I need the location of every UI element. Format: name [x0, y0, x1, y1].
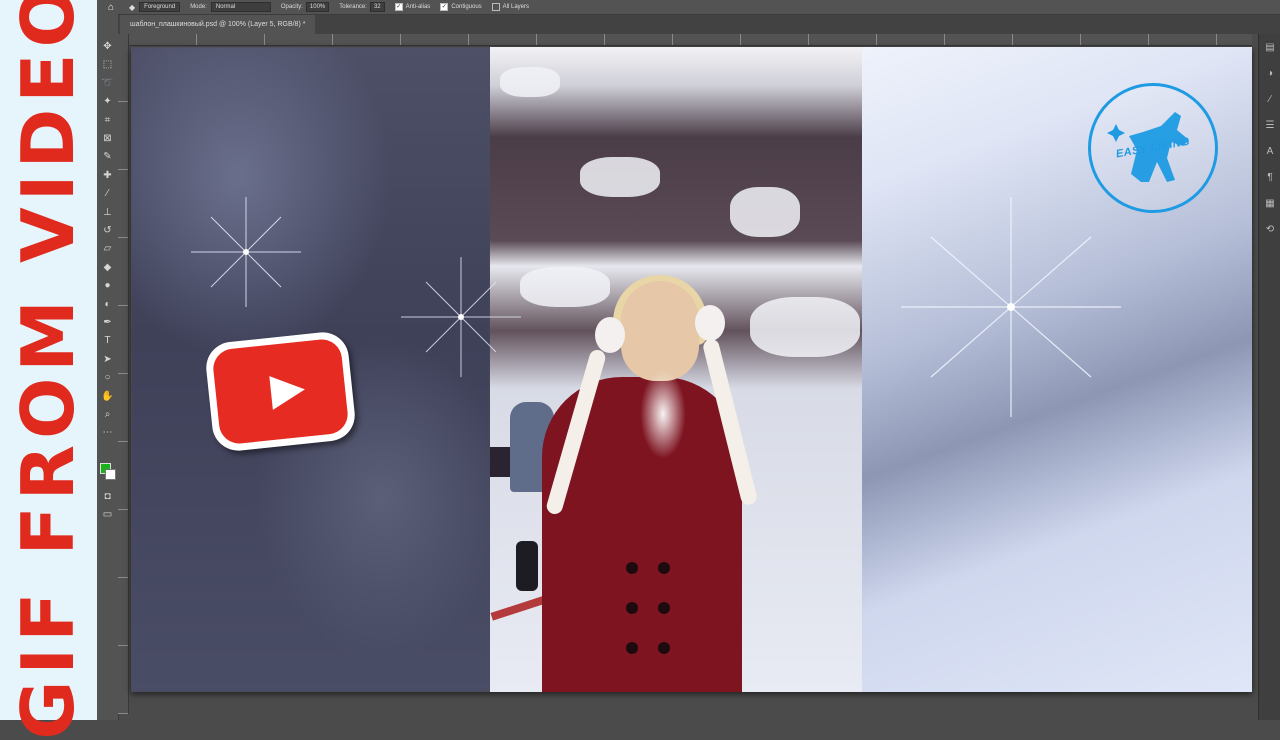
- opacity-label: Opacity:: [280, 4, 303, 10]
- youtube-logo: [203, 329, 358, 454]
- anti-alias-check-icon: ✓: [394, 3, 403, 11]
- magic-wand-tool-icon[interactable]: ✦: [101, 95, 114, 108]
- character-panel-icon[interactable]: A: [1264, 146, 1276, 158]
- earmuff-right: [695, 305, 725, 341]
- anti-alias-checkbox[interactable]: ✓ Anti-alias: [394, 3, 431, 11]
- all-layers-label: All Layers: [502, 4, 530, 10]
- coat-button: [658, 642, 670, 654]
- healing-brush-tool-icon[interactable]: ✚: [101, 169, 114, 182]
- paragraph-panel-icon[interactable]: ¶: [1264, 172, 1276, 184]
- coat-button: [626, 562, 638, 574]
- contiguous-check-icon: ✓: [440, 3, 449, 11]
- tools-panel: ✥ ⬚ ➰ ✦ ⌗ ⊠ ✎ ✚ ∕ ⊥ ↺ ▱ ◆ ● ◐ ✒ T ➤ ○ ✋ ⌕ ⋯ ◘ ▭: [97, 14, 119, 720]
- zoom-tool-icon[interactable]: ⌕: [101, 408, 114, 421]
- tool-preset-picker[interactable]: ◆ Foreground: [129, 2, 181, 12]
- path-selection-tool-icon[interactable]: ➤: [101, 353, 114, 366]
- girl-face: [621, 281, 699, 381]
- adjustments-panel-icon[interactable]: ◑: [1264, 68, 1276, 80]
- move-tool-icon[interactable]: ✥: [101, 40, 114, 53]
- vertical-ruler[interactable]: [118, 34, 129, 714]
- snow-patch: [730, 187, 800, 237]
- earmuff-left: [595, 317, 625, 353]
- lasso-tool-icon[interactable]: ➰: [101, 77, 114, 90]
- eraser-tool-icon[interactable]: ▱: [101, 242, 114, 255]
- coat-button: [626, 602, 638, 614]
- all-layers-checkbox[interactable]: All Layers: [491, 3, 530, 11]
- paint-bucket-icon: ◆: [129, 2, 136, 12]
- contiguous-label: Contiguous: [451, 4, 482, 10]
- sparkle-icon: [191, 197, 301, 307]
- dodge-tool-icon[interactable]: ◐: [101, 298, 114, 311]
- clone-stamp-tool-icon[interactable]: ⊥: [101, 206, 114, 219]
- snow-patch: [580, 157, 660, 197]
- crop-tool-icon[interactable]: ⌗: [101, 114, 114, 127]
- type-tool-icon[interactable]: T: [101, 334, 114, 347]
- hand-tool-icon[interactable]: ✋: [101, 390, 114, 403]
- history-brush-tool-icon[interactable]: ↺: [101, 224, 114, 237]
- center-photo: [490, 47, 862, 692]
- brush-tool-icon[interactable]: ∕: [101, 187, 114, 200]
- sparkle-icon: [401, 257, 521, 377]
- document-tab[interactable]: шаблон_плашкиновый.psd @ 100% (Layer 5, …: [120, 15, 316, 34]
- home-icon[interactable]: ⌂: [103, 0, 119, 14]
- horizontal-ruler[interactable]: [128, 34, 1252, 46]
- contiguous-checkbox[interactable]: ✓ Contiguous: [440, 3, 482, 11]
- anti-alias-label: Anti-alias: [405, 4, 431, 10]
- coat-button: [658, 562, 670, 574]
- document-tab-bar: шаблон_плашкиновый.psd @ 100% (Layer 5, …: [118, 15, 1280, 34]
- pen-tool-icon[interactable]: ✒: [101, 316, 114, 329]
- layers-panel-icon[interactable]: ▤: [1264, 42, 1276, 54]
- options-bar: ⌂ ◆ Foreground Mode: Normal Opacity: 100…: [97, 0, 1280, 15]
- easy-living-logo: EASY LIVING: [1088, 83, 1218, 213]
- quick-mask-icon[interactable]: ◘: [101, 490, 114, 503]
- sparkle-icon: [901, 197, 1121, 417]
- blur-tool-icon[interactable]: ●: [101, 279, 114, 292]
- right-panel-strip: ▤ ◑ ∕ ☰ A ¶ ▦ ⟲: [1258, 34, 1280, 720]
- blown-snow: [640, 369, 686, 459]
- mode-label: Mode:: [190, 4, 207, 10]
- coat-button: [626, 642, 638, 654]
- play-icon: [268, 372, 307, 410]
- brush-panel-icon[interactable]: ∕: [1264, 94, 1276, 106]
- snow-patch: [750, 297, 860, 357]
- ellipse-tool-icon[interactable]: ○: [101, 371, 114, 384]
- properties-panel-icon[interactable]: ☰: [1264, 120, 1276, 132]
- frame-tool-icon[interactable]: ⊠: [101, 132, 114, 145]
- mode-dropdown[interactable]: Normal: [210, 2, 271, 12]
- document-canvas[interactable]: EASY LIVING: [131, 47, 1252, 692]
- tolerance-input[interactable]: 32: [369, 2, 385, 12]
- side-title-text: GIF FROM VIDEO: [6, 0, 90, 740]
- more-tools-icon[interactable]: ⋯: [101, 426, 114, 439]
- sample-dropdown[interactable]: Foreground: [139, 2, 181, 12]
- swatches-panel-icon[interactable]: ▦: [1264, 198, 1276, 210]
- opacity-input[interactable]: 100%: [305, 2, 330, 12]
- marquee-tool-icon[interactable]: ⬚: [101, 58, 114, 71]
- snow-patch: [520, 267, 610, 307]
- screen-mode-icon[interactable]: ▭: [101, 508, 114, 521]
- ski-boot: [516, 541, 538, 591]
- paint-bucket-tool-icon[interactable]: ◆: [101, 261, 114, 274]
- eyedropper-tool-icon[interactable]: ✎: [101, 150, 114, 163]
- snow-patch: [500, 67, 560, 97]
- all-layers-check-icon: [491, 3, 500, 11]
- side-title-banner: GIF FROM VIDEO: [0, 0, 97, 740]
- history-panel-icon[interactable]: ⟲: [1264, 224, 1276, 236]
- tolerance-label: Tolerance:: [339, 4, 367, 10]
- background-color-swatch[interactable]: [105, 469, 116, 480]
- coat-button: [658, 602, 670, 614]
